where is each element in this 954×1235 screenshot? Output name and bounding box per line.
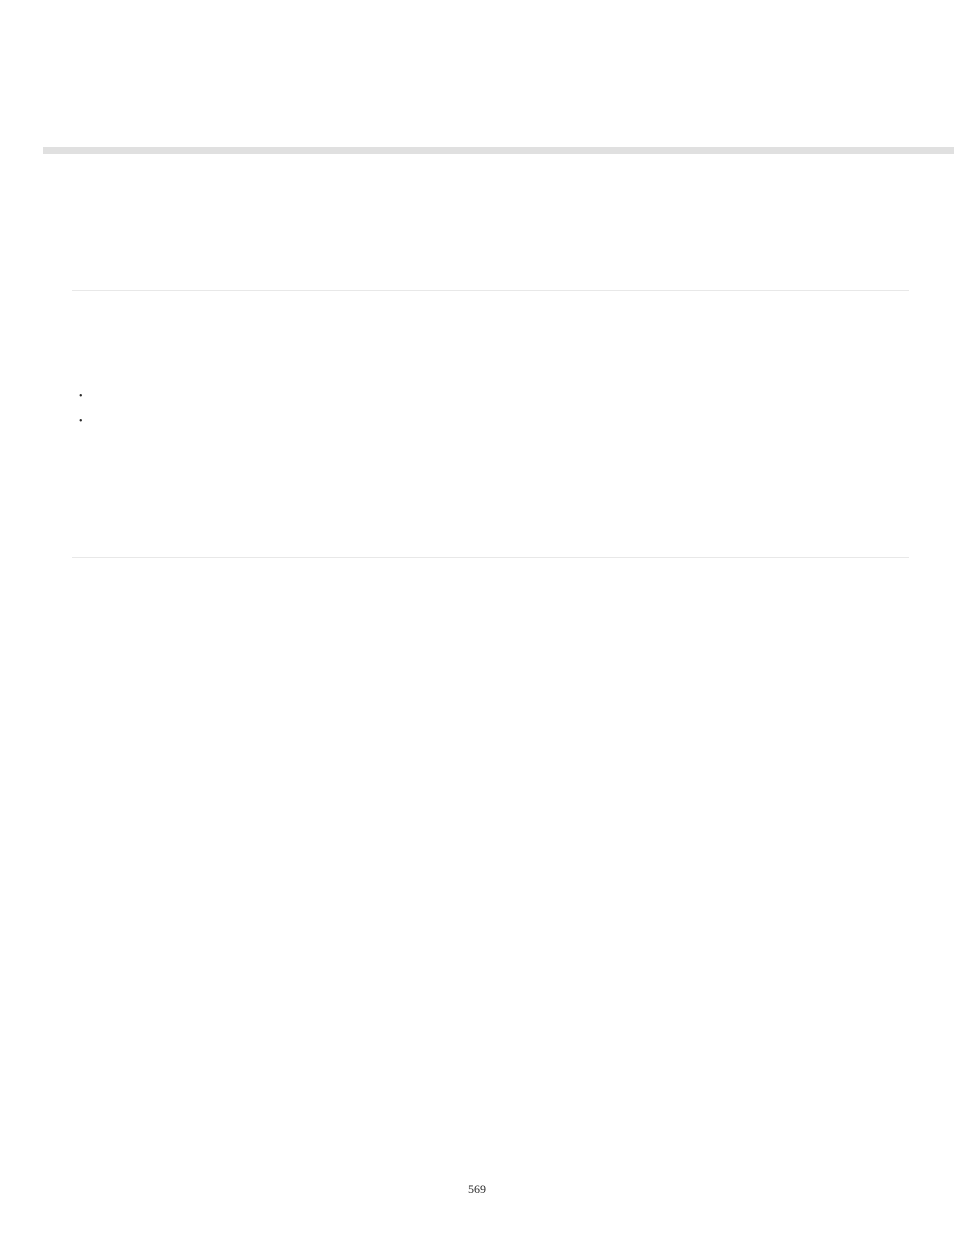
- page-number: 569: [0, 1182, 954, 1197]
- list-item: [79, 384, 83, 409]
- divider-top: [72, 290, 909, 291]
- header-bar: [43, 147, 954, 154]
- divider-bottom: [72, 557, 909, 558]
- bullet-list: [79, 384, 83, 434]
- list-item: [79, 409, 83, 434]
